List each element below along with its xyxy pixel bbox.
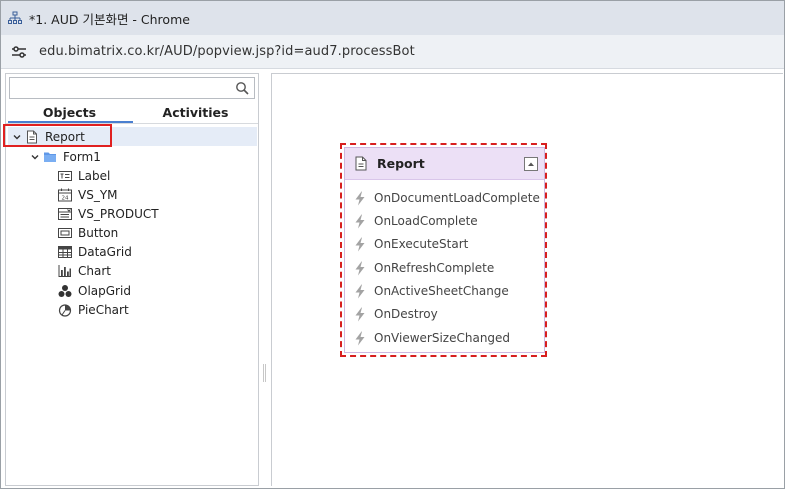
svg-text:24: 24	[62, 195, 69, 201]
event-label: OnExecuteStart	[374, 237, 469, 251]
tree-item-vs-product[interactable]: VS_PRODUCT	[58, 204, 159, 223]
lightning-icon	[355, 284, 365, 298]
tab-objects[interactable]: Objects	[6, 105, 133, 120]
tree-item-label: VS_PRODUCT	[78, 206, 159, 221]
tab-activities[interactable]: Activities	[133, 105, 258, 120]
search-field[interactable]	[9, 77, 255, 99]
event-item-ondestroy[interactable]: OnDestroy	[354, 304, 438, 324]
event-panel-header[interactable]: Report	[345, 148, 544, 180]
search-icon[interactable]	[235, 81, 249, 95]
event-item-onviewersizechanged[interactable]: OnViewerSizeChanged	[354, 328, 510, 348]
title-bar: *1. AUD 기본화면 - Chrome	[1, 1, 784, 35]
lightning-icon	[355, 191, 365, 205]
tree-item-button[interactable]: Button	[58, 223, 118, 242]
grid-control-icon	[58, 245, 72, 258]
tree-item-label: DataGrid	[78, 244, 132, 259]
document-icon	[355, 156, 367, 171]
tree-item-label: Chart	[78, 263, 111, 278]
tree-item-olapgrid[interactable]: OlapGrid	[58, 281, 131, 300]
tree-item-piechart[interactable]: PieChart	[58, 300, 129, 319]
folder-icon	[44, 152, 56, 162]
bar-chart-icon	[58, 264, 71, 277]
tree-item-label-control[interactable]: Label	[58, 166, 110, 185]
lightning-icon	[355, 237, 365, 251]
event-item-onactivesheetchange[interactable]: OnActiveSheetChange	[354, 281, 509, 301]
combo-control-icon	[58, 207, 72, 220]
olap-cubes-icon	[58, 284, 72, 297]
tree-item-label: PieChart	[78, 302, 129, 317]
button-control-icon	[58, 227, 72, 238]
address-bar[interactable]: edu.bimatrix.co.kr/AUD/popview.jsp?id=au…	[1, 35, 784, 69]
event-label: OnRefreshComplete	[374, 261, 495, 275]
pane-splitter[interactable]	[263, 364, 266, 382]
site-settings-icon[interactable]	[11, 45, 27, 58]
window-title: *1. AUD 기본화면 - Chrome	[29, 11, 190, 27]
event-item-ondocumentloadcomplete[interactable]: OnDocumentLoadComplete	[354, 188, 540, 208]
tree-item-datagrid[interactable]: DataGrid	[58, 242, 132, 261]
event-item-onexecutestart[interactable]: OnExecuteStart	[354, 234, 468, 254]
tree-item-vs-ym[interactable]: 24 VS_YM	[58, 185, 118, 204]
chevron-down-icon[interactable]	[30, 152, 40, 162]
event-label: OnDocumentLoadComplete	[374, 191, 540, 205]
pie-chart-icon	[58, 303, 72, 317]
tree-item-label: Form1	[63, 149, 101, 164]
lightning-icon	[355, 307, 365, 321]
browser-window: *1. AUD 기본화면 - Chrome edu.bimatrix.co.kr…	[0, 0, 785, 489]
tree-item-label: Label	[78, 168, 111, 183]
collapse-button[interactable]	[524, 157, 538, 171]
tree-item-chart[interactable]: Chart	[58, 261, 111, 280]
lightning-icon	[355, 214, 365, 228]
event-label: OnDestroy	[374, 307, 438, 321]
event-item-onloadcomplete[interactable]: OnLoadComplete	[354, 211, 478, 231]
sitemap-icon	[8, 11, 22, 24]
event-label: OnActiveSheetChange	[374, 284, 509, 298]
tree-item-label: Button	[78, 225, 119, 240]
tree-item-label: OlapGrid	[78, 283, 131, 298]
event-label: OnLoadComplete	[374, 214, 478, 228]
report-event-panel: Report OnDocumentLoadComplete OnLoadComp…	[344, 147, 545, 353]
tree-item-form1[interactable]: Form1	[30, 147, 101, 166]
lightning-icon	[355, 261, 365, 275]
report-highlight-box	[3, 124, 112, 147]
lightning-icon	[355, 331, 365, 345]
search-input[interactable]	[10, 78, 230, 98]
event-label: OnViewerSizeChanged	[374, 331, 511, 345]
calendar-control-icon: 24	[58, 188, 72, 201]
tree-item-label: VS_YM	[78, 187, 118, 202]
url-text[interactable]: edu.bimatrix.co.kr/AUD/popview.jsp?id=au…	[39, 44, 415, 59]
event-item-onrefreshcomplete[interactable]: OnRefreshComplete	[354, 258, 494, 278]
event-panel-title: Report	[377, 156, 425, 171]
label-control-icon	[58, 170, 72, 181]
chevron-up-icon[interactable]	[527, 161, 535, 167]
